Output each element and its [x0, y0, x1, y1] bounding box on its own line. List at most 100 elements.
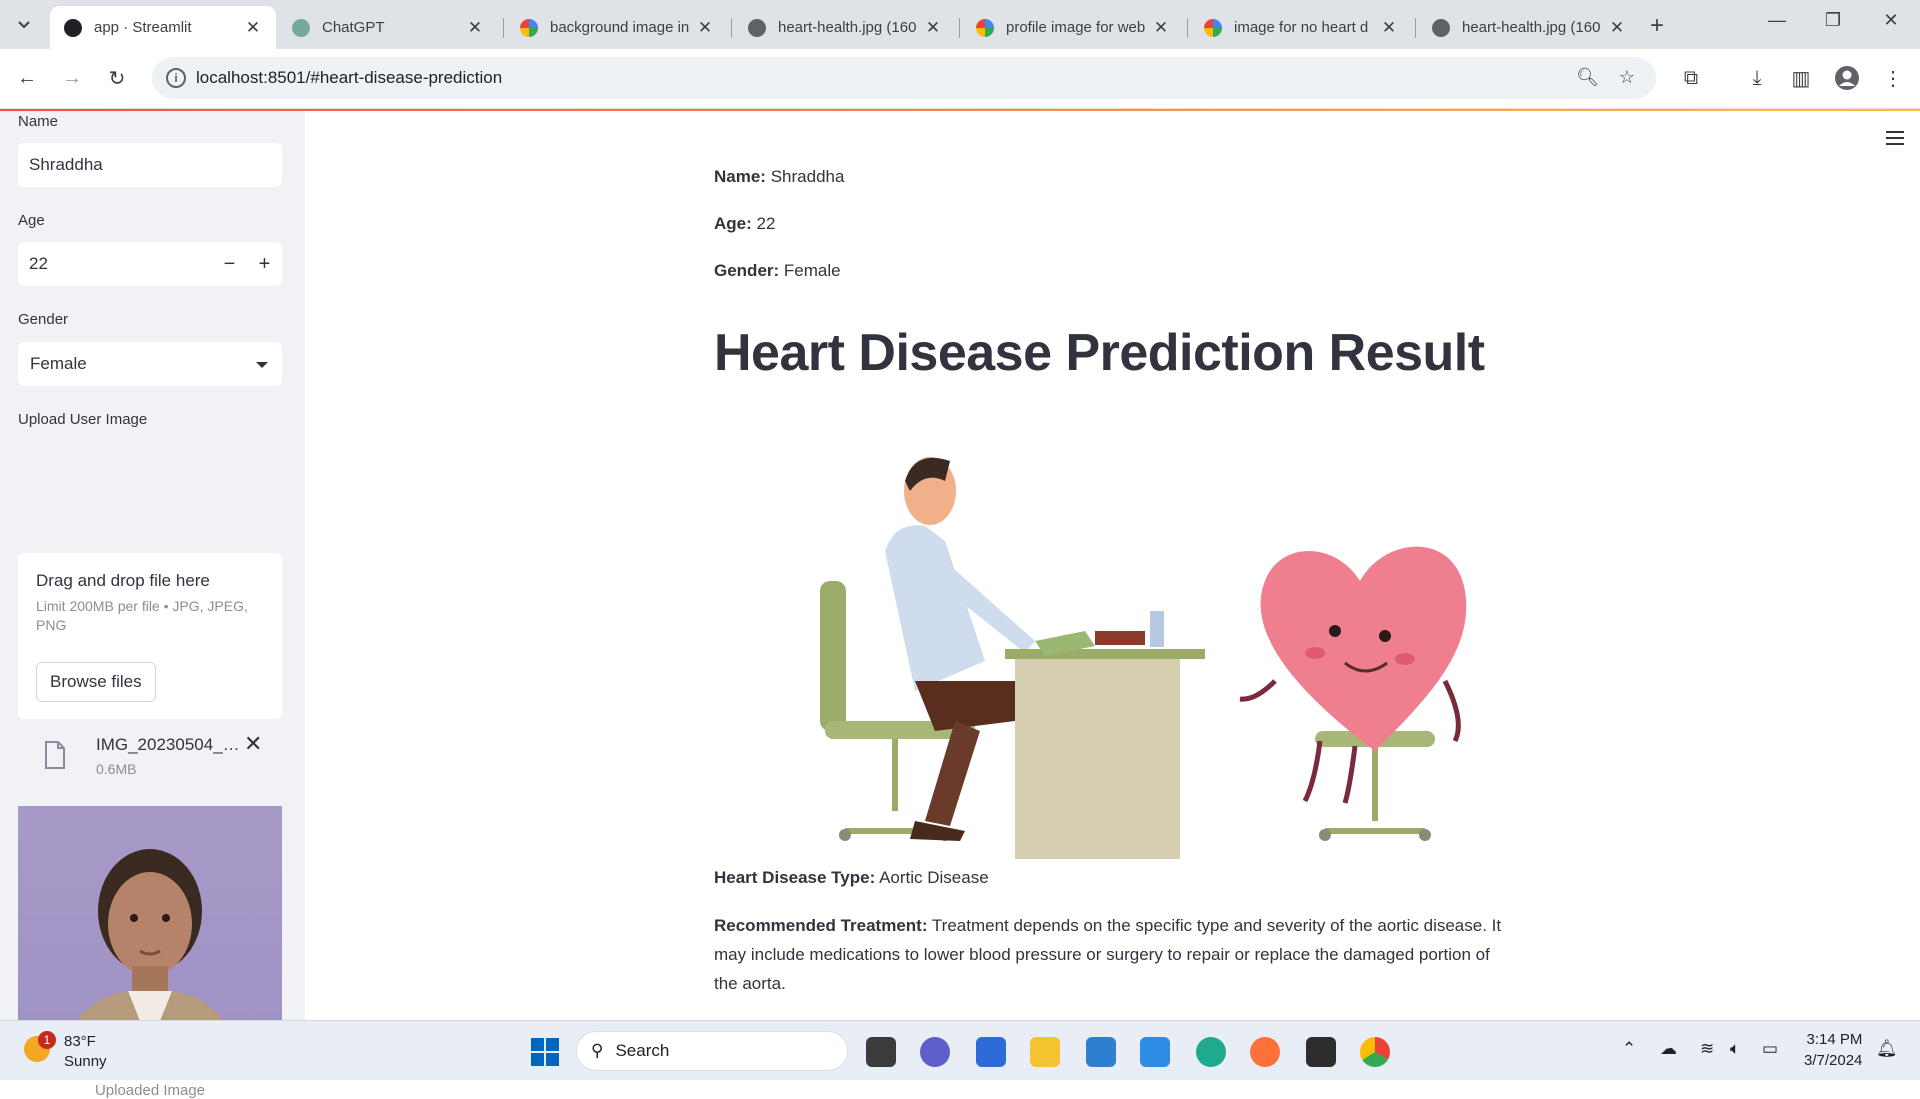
name-info: Name: Shraddha	[714, 167, 844, 187]
disease-type-key: Heart Disease Type:	[714, 868, 876, 887]
age-value: 22	[756, 214, 776, 233]
tab-search-button[interactable]	[10, 12, 38, 38]
new-tab-button[interactable]: +	[1650, 12, 1664, 40]
battery-icon[interactable]: ▭	[1762, 1039, 1778, 1059]
app-menu-icon[interactable]	[1886, 131, 1904, 149]
temperature: 83°F	[64, 1033, 96, 1050]
close-window-button[interactable]: ✕	[1868, 10, 1914, 31]
taskbar-search[interactable]: ⚲ Search	[576, 1031, 848, 1071]
tab-divider	[1187, 18, 1188, 38]
close-tab-icon[interactable]: ✕	[466, 18, 484, 38]
decrement-button[interactable]: −	[212, 242, 247, 286]
page-title: Heart Disease Prediction Result	[714, 324, 1485, 382]
close-tab-icon[interactable]: ✕	[924, 18, 942, 38]
close-tab-icon[interactable]: ✕	[244, 18, 262, 38]
close-tab-icon[interactable]: ✕	[1608, 18, 1626, 38]
uploaded-file-name: IMG_20230504_1...	[96, 735, 241, 754]
tab-google-no-heart[interactable]: image for no heart d ✕	[1190, 6, 1412, 49]
reload-icon[interactable]: ↻	[102, 63, 132, 93]
photos-icon[interactable]	[1140, 1037, 1170, 1067]
main-content: Name: Shraddha Age: 22 Gender: Female He…	[305, 111, 1920, 1020]
age-label: Age	[18, 212, 45, 229]
weather-condition: Sunny	[64, 1053, 107, 1070]
windows-start-icon[interactable]	[530, 1037, 560, 1067]
image-caption: Uploaded Image	[94, 1082, 206, 1099]
recommended-treatment: Recommended Treatment: Treatment depends…	[714, 911, 1514, 998]
tab-divider	[503, 18, 504, 38]
clock-time: 3:14 PM	[1806, 1031, 1863, 1048]
restore-button[interactable]: ❐	[1810, 10, 1856, 31]
caret-down-icon	[256, 362, 268, 368]
tab-divider	[959, 18, 960, 38]
chatgpt-favicon-icon	[292, 18, 310, 37]
tab-heart-health-1[interactable]: heart-health.jpg (160 ✕	[734, 6, 956, 49]
system-clock[interactable]: 3:14 PM 3/7/2024	[1804, 1029, 1862, 1071]
close-tab-icon[interactable]: ✕	[696, 18, 714, 38]
tab-divider	[1415, 18, 1416, 38]
extensions-icon[interactable]: ⧉	[1676, 63, 1706, 93]
task-view-icon[interactable]	[866, 1037, 896, 1067]
name-label: Name	[18, 113, 59, 130]
heart-disease-type: Heart Disease Type: Aortic Disease	[714, 868, 989, 888]
minimize-button[interactable]: —	[1754, 10, 1800, 31]
gender-select[interactable]: Female	[18, 342, 282, 386]
tab-divider	[731, 18, 732, 38]
file-explorer-icon[interactable]	[1030, 1037, 1060, 1067]
age-info: Age: 22	[714, 214, 775, 234]
upload-label: Upload User Image	[18, 411, 148, 428]
wifi-icon[interactable]: ≋	[1700, 1039, 1714, 1059]
remove-file-icon[interactable]: ✕	[244, 731, 262, 757]
close-tab-icon[interactable]: ✕	[1380, 18, 1398, 38]
taskbar-search-label: Search	[615, 1041, 670, 1060]
tab-google-profile-image[interactable]: profile image for web ✕	[962, 6, 1184, 49]
globe-icon	[1432, 18, 1450, 37]
sidebar: Name Shraddha Age 22 − + Gender Female U…	[0, 111, 305, 1099]
edge-browser-icon[interactable]	[1196, 1037, 1226, 1067]
taskbar: 1 83°F Sunny ⚲ Search ⌃ ☁ ≋ 🔈︎ ▭ 3:14 PM…	[0, 1020, 1920, 1080]
file-dropzone[interactable]: Drag and drop file here Limit 200MB per …	[18, 553, 282, 719]
onedrive-cloud-icon[interactable]: ☁	[1660, 1039, 1677, 1059]
tab-heart-health-2[interactable]: heart-health.jpg (160 ✕	[1418, 6, 1640, 49]
google-favicon-icon	[1204, 18, 1222, 37]
disease-type-value: Aortic Disease	[879, 868, 989, 887]
teams-chat-icon[interactable]	[920, 1037, 950, 1067]
increment-button[interactable]: +	[247, 242, 282, 286]
uploaded-file-row: IMG_20230504_1... 0.6MB ✕	[18, 729, 282, 785]
close-tab-icon[interactable]: ✕	[1152, 18, 1170, 38]
side-panel-icon[interactable]: ▥	[1786, 63, 1816, 93]
gender-info: Gender: Female	[714, 261, 841, 281]
doctor-heart-illustration	[820, 457, 1467, 859]
terminal-icon[interactable]	[1306, 1037, 1336, 1067]
name-value: Shraddha	[770, 167, 845, 186]
app-icon[interactable]	[976, 1037, 1006, 1067]
firefox-icon[interactable]	[1250, 1037, 1280, 1067]
gender-key: Gender:	[714, 261, 780, 280]
age-value[interactable]: 22	[18, 254, 212, 274]
globe-icon	[748, 18, 766, 37]
gender-value: Female	[783, 261, 841, 280]
forward-arrow-icon[interactable]: →	[57, 63, 87, 93]
google-favicon-icon	[520, 18, 538, 37]
download-icon[interactable]: ⤓	[1742, 63, 1772, 93]
name-input[interactable]: Shraddha	[18, 143, 282, 187]
browse-files-button[interactable]: Browse files	[36, 662, 156, 702]
address-bar[interactable]: i localhost:8501/#heart-disease-predicti…	[152, 57, 1656, 99]
chevron-up-icon[interactable]: ⌃	[1622, 1039, 1636, 1059]
tab-google-background[interactable]: background image in ✕	[506, 6, 728, 49]
age-number-input[interactable]: 22 − +	[18, 242, 282, 286]
zoom-icon[interactable]: 🔍︎	[1576, 67, 1599, 89]
back-arrow-icon[interactable]: ←	[12, 63, 42, 93]
chevron-down-icon	[18, 21, 30, 29]
profile-avatar-icon[interactable]	[1832, 63, 1862, 93]
bookmark-star-icon[interactable]: ☆	[1616, 67, 1638, 89]
volume-icon[interactable]: 🔈︎	[1730, 1039, 1740, 1059]
notification-bell-icon[interactable]: 🔔︎	[1876, 1039, 1898, 1059]
chrome-icon[interactable]	[1360, 1037, 1390, 1067]
site-info-icon[interactable]: i	[166, 68, 186, 88]
tab-streamlit-app[interactable]: app · Streamlit ✕	[50, 6, 276, 49]
tab-chatgpt[interactable]: ChatGPT ✕	[278, 6, 498, 49]
streamlit-favicon-icon	[64, 18, 82, 37]
notepad-icon[interactable]	[1086, 1037, 1116, 1067]
browser-menu-icon[interactable]: ⋮	[1878, 63, 1908, 93]
name-key: Name:	[714, 167, 766, 186]
